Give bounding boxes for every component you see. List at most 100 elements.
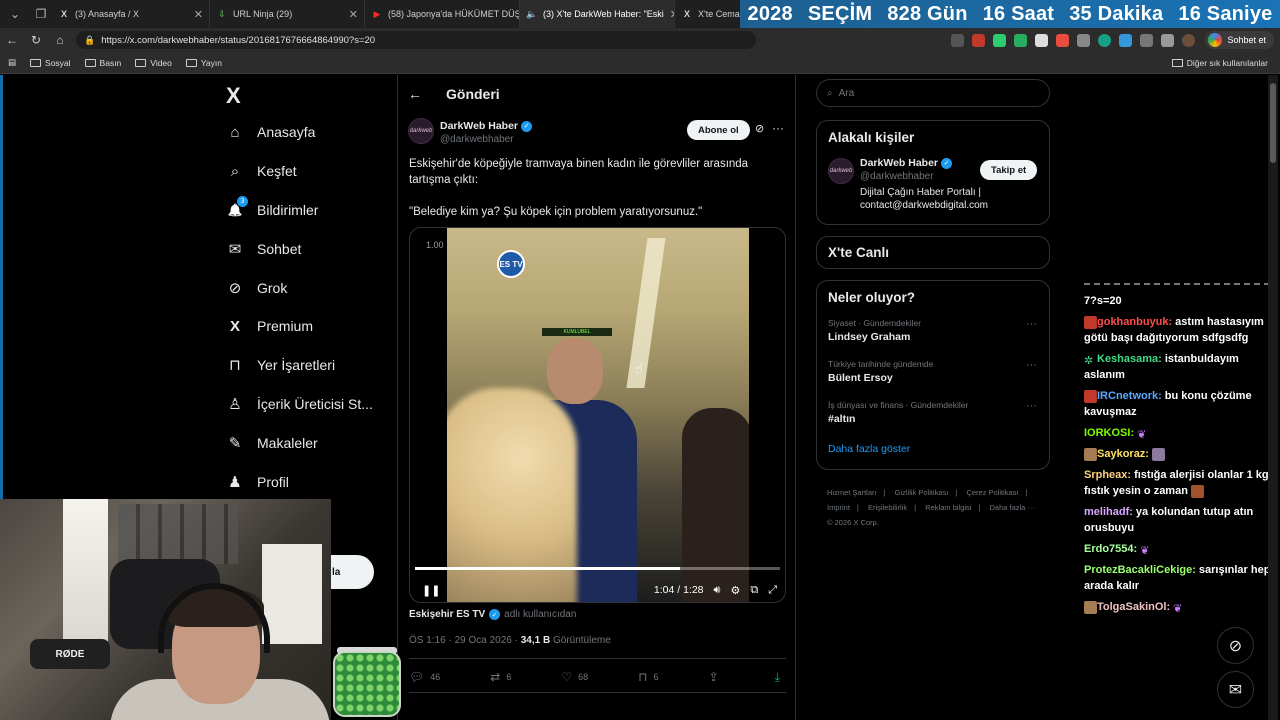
sidebar-item-premium[interactable]: X Premium — [226, 317, 313, 335]
sidebar-item-notifications[interactable]: 🔔 3 Bildirimler — [226, 196, 318, 219]
reply-button[interactable]: 💬︎ 46 — [409, 670, 440, 684]
extension-icon[interactable] — [1077, 33, 1091, 47]
video-progress-bar[interactable] — [415, 567, 780, 570]
sidebar-item-messages[interactable]: ✉ Sohbet — [226, 240, 302, 258]
extension-icon[interactable] — [1035, 33, 1049, 47]
more-options-icon[interactable]: ··· — [1026, 400, 1037, 412]
trend-item[interactable]: Türkiye tarihinde gündemde Bülent Ersoy … — [817, 355, 1049, 396]
other-bookmarks[interactable]: Diğer sık kullanılanlar — [1171, 58, 1268, 68]
search-input[interactable]: ⌕ Ara — [816, 79, 1050, 107]
tab[interactable]: X (3) Anasayfa / X ✕ — [52, 0, 210, 28]
footer-link[interactable]: Gizlilik Politikası — [895, 488, 949, 497]
related-person[interactable]: darkweb DarkWeb Haber ✓ @darkwebhaber Di… — [817, 154, 1049, 220]
copilot-chat-button[interactable]: Sohbet et — [1205, 31, 1274, 49]
author-name-row[interactable]: DarkWeb Haber ✓ — [440, 120, 533, 132]
countdown-days: 828 Gün — [887, 2, 968, 25]
video-player[interactable]: KUMLUBEL ES TV 1.00 ☝ ❚❚ 1:04 / 1:28 🔊︎ … — [409, 227, 786, 603]
tab-menu-icon[interactable]: ⌄ — [4, 3, 26, 25]
trend-item[interactable]: Siyaset · Gündemdekiler Lindsey Graham ·… — [817, 314, 1049, 355]
footer-link[interactable]: Daha fazla ··· — [990, 503, 1035, 512]
bookmark-folder[interactable]: Video — [135, 58, 172, 68]
url-field[interactable]: 🔒 https://x.com/darkwebhaber/status/2016… — [76, 31, 756, 49]
reload-icon[interactable]: ↻ — [24, 28, 48, 52]
search-placeholder: Ara — [838, 87, 855, 99]
bookmark-button[interactable]: ⊓ 6 — [638, 670, 658, 684]
sidebar-item-home[interactable]: ⌂ Anasayfa — [226, 123, 315, 141]
extension-icon[interactable] — [951, 33, 965, 47]
tab[interactable]: ⇩ URL Ninja (29) ✕ — [210, 0, 365, 28]
close-icon[interactable]: ✕ — [343, 8, 358, 21]
chat-username: IRCnetwork: — [1097, 390, 1162, 402]
more-options-icon[interactable]: ··· — [772, 121, 784, 135]
video-scene-person — [682, 408, 749, 602]
bookmark-menu-icon[interactable]: ▤ — [8, 57, 16, 68]
grok-fab-button[interactable]: ⊘ — [1217, 627, 1254, 664]
follow-button[interactable]: Takip et — [980, 160, 1038, 180]
bookmark-folder[interactable]: Yayın — [185, 58, 222, 68]
close-icon[interactable]: ✕ — [188, 8, 203, 21]
more-options-icon[interactable]: ··· — [1026, 359, 1037, 371]
tab-workspace-icon[interactable]: ❐ — [30, 3, 52, 25]
grok-icon[interactable]: ⊘ — [755, 122, 764, 135]
footer-link[interactable]: Hizmet Şartları — [827, 488, 877, 497]
home-icon[interactable]: ⌂ — [48, 28, 72, 52]
like-button[interactable]: ♡ 68 — [561, 670, 588, 684]
footer-link[interactable]: Çerez Politikası — [966, 488, 1018, 497]
video-credit[interactable]: Eskişehir ES TV ✓ adlı kullanıcıdan — [409, 609, 576, 620]
post-button[interactable]: la — [330, 555, 374, 589]
emote-icon: ❦ — [1137, 428, 1147, 441]
footer-link[interactable]: Reklam bilgisi — [925, 503, 971, 512]
scrollbar-thumb[interactable] — [1270, 83, 1276, 163]
download-button[interactable]: ⤓ — [775, 670, 786, 685]
page-scrollbar[interactable] — [1268, 75, 1278, 720]
settings-gear-icon[interactable]: ⚙ — [730, 584, 740, 597]
trend-item[interactable]: İş dünyası ve finans · Gündemdekiler #al… — [817, 396, 1049, 437]
sidebar-item-profile[interactable]: ♟ Profil — [226, 473, 289, 491]
volume-icon[interactable]: 🔊︎ — [714, 584, 721, 597]
back-arrow-icon[interactable]: ← — [408, 86, 428, 102]
pause-icon[interactable]: ❚❚ — [422, 584, 440, 597]
bookmark-folder[interactable]: Sosyal — [30, 58, 71, 68]
pip-icon[interactable]: ⧉ — [750, 584, 758, 597]
extension-icon[interactable] — [1056, 33, 1070, 47]
related-bio: Dijital Çağın Haber Portalı | contact@da… — [860, 187, 988, 211]
extension-icon[interactable] — [1098, 33, 1112, 47]
avatar[interactable]: darkweb — [408, 118, 434, 144]
fullscreen-icon[interactable]: ⤢ — [768, 584, 777, 597]
bookmark-count: 6 — [653, 672, 659, 682]
bookmark-folder[interactable]: Basın — [84, 58, 121, 68]
author-handle[interactable]: @darkwebhaber — [440, 134, 514, 145]
sidebar-item-creator-studio[interactable]: ♙ İçerik Üreticisi St... — [226, 395, 373, 413]
main-column: ← Gönderi darkweb DarkWeb Haber ✓ @darkw… — [397, 75, 796, 720]
repost-button[interactable]: ⇄ 6 — [490, 670, 511, 684]
footer-link[interactable]: Imprint — [827, 503, 850, 512]
messages-fab-button[interactable]: ✉ — [1217, 671, 1254, 708]
x-logo-icon[interactable]: X — [226, 83, 241, 109]
back-arrow-icon[interactable]: ← — [0, 28, 24, 52]
footer-link[interactable]: Erişilebilirlik — [868, 503, 907, 512]
extension-icon[interactable] — [1119, 33, 1133, 47]
close-icon[interactable]: ✕ — [664, 8, 674, 21]
tab-active[interactable]: 🔈 (3) X'te DarkWeb Haber: "Eski ✕ — [520, 0, 675, 28]
live-card[interactable]: X'te Canlı — [816, 236, 1050, 269]
extension-icon[interactable] — [993, 33, 1007, 47]
favorites-icon[interactable] — [1161, 33, 1175, 47]
badge-icon — [1084, 447, 1097, 461]
sidebar-item-bookmarks[interactable]: ⊓ Yer İşaretleri — [226, 356, 335, 374]
extension-icon[interactable] — [1140, 33, 1154, 47]
tab[interactable]: X X'te Cemal Er — [675, 0, 745, 28]
subscribe-button[interactable]: Abone ol — [687, 120, 750, 140]
sidebar-item-articles[interactable]: ✎ Makaleler — [226, 434, 318, 452]
sidebar-item-grok[interactable]: ⊘ Grok — [226, 279, 288, 297]
sidebar-item-explore[interactable]: ⌕ Keşfet — [226, 162, 297, 180]
share-button[interactable]: ⇪ — [709, 670, 725, 684]
profile-avatar[interactable] — [1182, 33, 1196, 47]
extension-icon[interactable] — [972, 33, 986, 47]
more-options-icon[interactable]: ··· — [1026, 318, 1037, 330]
extension-icon[interactable] — [1014, 33, 1028, 47]
tab[interactable]: ▶ (58) Japonya'da HÜKÜMET DÜŞT ✕ — [365, 0, 520, 28]
avatar[interactable]: darkweb — [828, 158, 854, 184]
show-more-link[interactable]: Daha fazla göster — [817, 437, 1049, 465]
post-timestamp[interactable]: ÖS 1:16 · 29 Oca 2026 · — [409, 635, 521, 646]
footer-separator: | — [955, 488, 958, 497]
